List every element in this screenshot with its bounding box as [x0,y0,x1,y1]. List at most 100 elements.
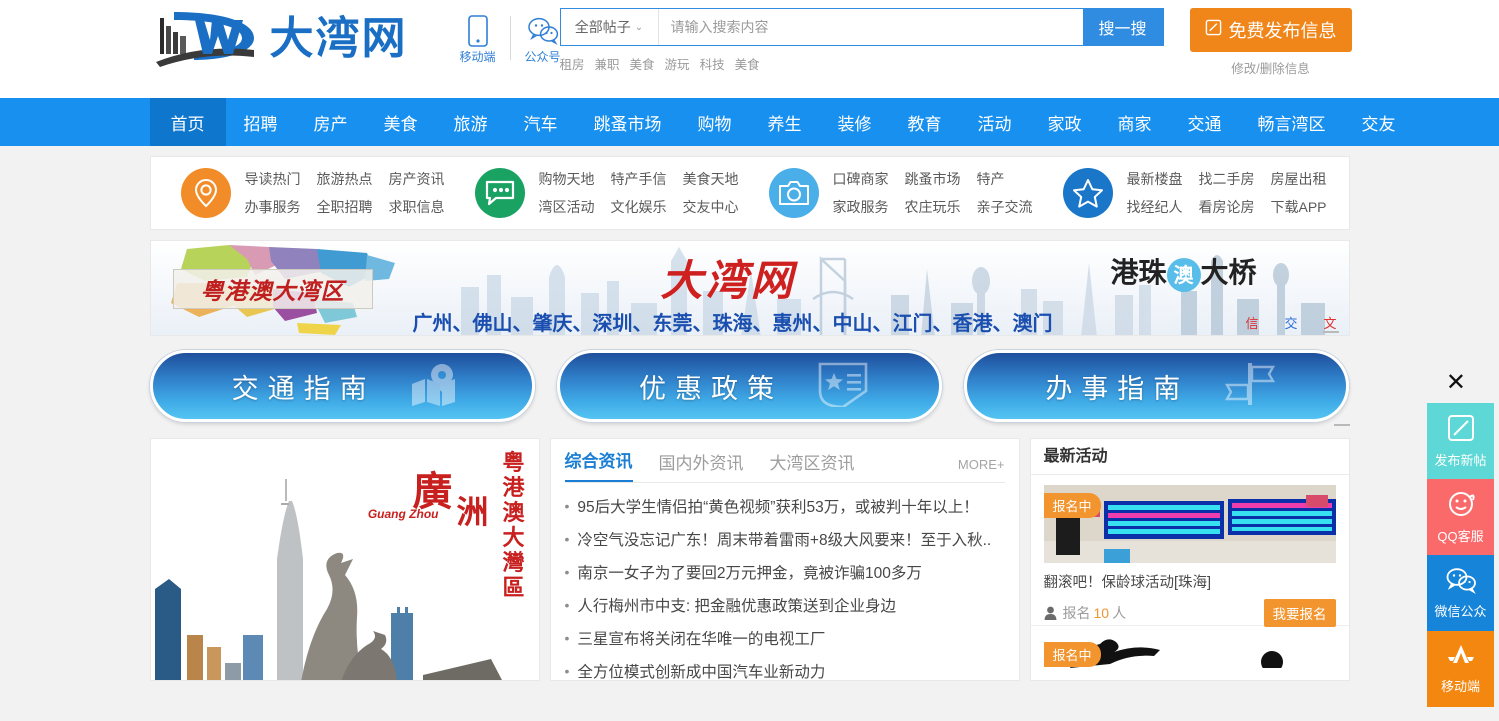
hotword-1[interactable]: 兼职 [595,54,620,73]
quick-link-1-3[interactable]: 湾区活动 [539,197,595,217]
quick-link-1-2[interactable]: 美食天地 [683,169,739,189]
activity-thumbnail[interactable]: 报名中 [1043,485,1336,563]
news-tab-domestic-international[interactable]: 国内外资讯 [659,449,744,482]
news-tab-greater-bay-area[interactable]: 大湾区资讯 [770,449,855,482]
news-item-title: 三星宣布将关闭在华唯一的电视工厂 [577,630,826,648]
activity-signup-button[interactable]: 我要报名 [1263,599,1336,627]
news-list-item[interactable]: • 南京一女子为了要回2万元押金，竟被诈骗100多万 [565,555,1005,588]
quick-link-0-4[interactable]: 全职招聘 [317,197,373,217]
nav-item-14[interactable]: 交通 [1170,98,1240,146]
hotword-0[interactable]: 租房 [560,54,585,73]
publish-free-info-button[interactable]: 免费发布信息 [1189,8,1352,52]
banner-tag-info[interactable]: 信息 [1246,313,1271,335]
guangzhou-promo-image[interactable]: 廣 洲 Guang Zhou 粤港澳大灣區 [149,438,540,681]
mobile-app-entry[interactable]: 移动端 [450,14,506,64]
activity-item[interactable]: 报名中 [1031,626,1349,668]
close-icon[interactable]: ✕ [1446,371,1466,395]
news-tab-comprehensive[interactable]: 综合资讯 [564,447,633,482]
nav-item-12[interactable]: 家政 [1030,98,1100,146]
news-list-item[interactable]: • 95后大学生情侣拍“黄色视频”获利53万，或被判十年以上！ [565,489,1005,522]
quick-link-1-4[interactable]: 文化娱乐 [611,197,667,217]
quick-link-1-0[interactable]: 购物天地 [539,169,595,189]
star-icon[interactable] [1062,168,1113,218]
hotword-5[interactable]: 美食 [735,54,760,73]
news-more-link[interactable]: MORE+ [958,457,1005,472]
nav-item-3[interactable]: 美食 [366,98,436,146]
person-icon [1044,606,1057,620]
chat-bubble-icon[interactable] [474,168,525,218]
nav-item-1[interactable]: 招聘 [226,98,296,146]
quick-link-3-4[interactable]: 看房论房 [1199,197,1255,217]
quick-link-group-3: 最新楼盘 找二手房 房屋出租找经纪人 看房论房 下载APP [1033,168,1327,218]
quick-link-2-2[interactable]: 特产 [977,169,1033,189]
hotword-4[interactable]: 科技 [700,54,725,73]
nav-item-8[interactable]: 养生 [750,98,820,146]
camera-icon[interactable] [768,168,819,218]
feature-collapse-dash[interactable] [1333,424,1350,426]
quick-link-2-3[interactable]: 家政服务 [833,197,889,217]
side-panel-button-2[interactable]: 微信公众 [1427,555,1494,631]
nav-item-5[interactable]: 汽车 [506,98,576,146]
hotword-2[interactable]: 美食 [630,54,655,73]
quick-link-2-5[interactable]: 亲子交流 [977,197,1033,217]
quick-link-0-0[interactable]: 导读热门 [245,169,301,189]
search-input[interactable] [658,9,1083,45]
search-category-select[interactable]: 全部帖子 ⌄ [560,9,659,45]
activity-title[interactable]: 翻滚吧！保龄球活动[珠海] [1044,571,1336,592]
nav-item-11[interactable]: 活动 [960,98,1030,146]
quick-link-0-5[interactable]: 求职信息 [389,197,445,217]
quick-link-2-1[interactable]: 跳蚤市场 [905,169,961,189]
activity-item[interactable]: 报名中 翻滚吧！保龄球活动[珠海] 报名 10 人 我要报名 [1030,475,1349,627]
news-list-item[interactable]: • 人行梅州市中支: 把金融优惠政策送到企业身边 [565,588,1005,621]
banner-tag-exchange[interactable]: 交流 [1285,313,1310,335]
side-panel-button-0[interactable]: 发布新帖 [1427,403,1494,479]
quick-link-0-3[interactable]: 办事服务 [245,197,301,217]
nav-item-label: 交通 [1187,114,1222,134]
site-logo[interactable]: 大湾网 [150,6,406,72]
nav-item-label: 畅言湾区 [1257,114,1326,134]
banner-collapse-dash[interactable] [1322,331,1339,333]
activities-panel: 最新活动 报名中 翻滚吧！保龄球活动[珠海] 报名 10 人 我要报名 报名中 [1029,438,1350,681]
nav-item-9[interactable]: 装修 [820,98,890,146]
side-panel-button-3[interactable]: 移动端 [1427,631,1494,707]
nav-item-label: 活动 [977,114,1012,134]
hotword-3[interactable]: 游玩 [665,54,690,73]
nav-item-6[interactable]: 跳蚤市场 [576,98,680,146]
modify-delete-info-link[interactable]: 修改/删除信息 [1190,58,1352,77]
nav-item-15[interactable]: 畅言湾区 [1240,98,1344,146]
news-list-item[interactable]: • 三星宣布将关闭在华唯一的电视工厂 [565,621,1005,654]
news-list-item[interactable]: • 全方位模式创新成中国汽车业新动力 [565,654,1005,687]
quick-link-2-4[interactable]: 农庄玩乐 [905,197,961,217]
location-pin-icon[interactable] [180,168,231,218]
traffic-guide-button[interactable]: 交通指南 [149,350,535,422]
quick-link-3-0[interactable]: 最新楼盘 [1127,169,1183,189]
quick-link-0-1[interactable]: 旅游热点 [317,169,373,189]
mobile-app-label: 移动端 [459,50,496,64]
nav-item-7[interactable]: 购物 [680,98,750,146]
promo-banner[interactable]: 粤港澳大湾区 大湾网 广州、佛山、肇庆、深圳、东莞、珠海、惠州、中山、江门、香港… [149,240,1350,336]
side-panel-button-1[interactable]: QQ客服 [1427,479,1494,555]
quick-link-3-3[interactable]: 找经纪人 [1127,197,1183,217]
quick-link-3-2[interactable]: 房屋出租 [1271,169,1327,189]
nav-item-label: 购物 [697,114,732,134]
service-guide-button[interactable]: 办事指南 [964,350,1350,422]
quick-link-1-5[interactable]: 交友中心 [683,197,739,217]
quick-link-1-1[interactable]: 特产手信 [611,169,667,189]
news-list-item[interactable]: • 冷空气没忘记广东！周末带着雷雨+8级大风要来！至于入秋.. [565,522,1005,555]
chevron-down-icon: ⌄ [634,21,644,33]
preferential-policy-button[interactable]: 优惠政策 [556,350,943,422]
quick-link-2-0[interactable]: 口碑商家 [833,169,889,189]
nav-item-0[interactable]: 首页 [149,98,226,146]
nav-item-4[interactable]: 旅游 [436,98,506,146]
activity-thumbnail[interactable]: 报名中 [1043,634,1336,668]
nav-item-16[interactable]: 交友 [1344,98,1414,146]
nav-item-2[interactable]: 房产 [296,98,366,146]
quick-link-3-1[interactable]: 找二手房 [1199,169,1255,189]
quick-link-3-5[interactable]: 下载APP [1271,197,1327,217]
nav-item-10[interactable]: 教育 [890,98,960,146]
quick-link-0-2[interactable]: 房产资讯 [389,169,445,189]
nav-item-13[interactable]: 商家 [1100,98,1170,146]
bullet-icon: • [564,563,570,580]
search-button[interactable]: 搜一搜 [1082,9,1163,45]
nav-item-label: 装修 [837,114,872,134]
